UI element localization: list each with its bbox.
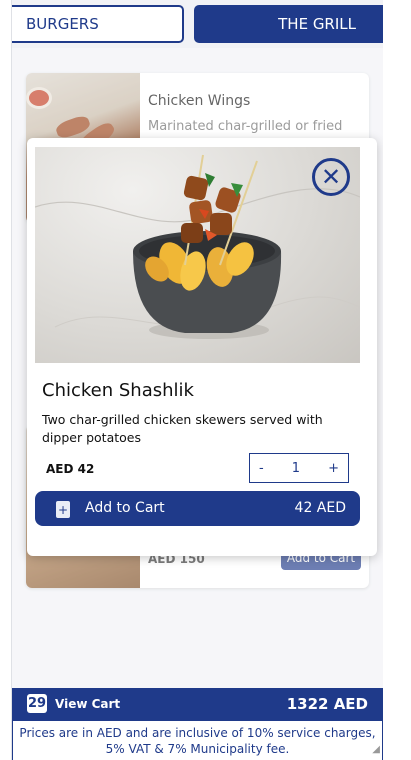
right-edge bbox=[383, 0, 411, 760]
decrement-button[interactable]: - bbox=[259, 461, 264, 476]
left-edge bbox=[0, 0, 12, 760]
tab-the-grill[interactable]: THE GRILL bbox=[194, 5, 383, 43]
close-icon[interactable]: ✕ bbox=[312, 158, 350, 196]
product-detail-modal: ✕ Chicken Shashlik Two char-grilled chic… bbox=[27, 138, 377, 556]
plus-icon: + bbox=[56, 501, 70, 518]
product-title: Chicken Shashlik bbox=[42, 380, 194, 401]
price-disclaimer: Prices are in AED and are inclusive of 1… bbox=[12, 721, 383, 760]
category-tabs: BURGERS THE GRILL bbox=[12, 0, 383, 48]
cart-total: 1322 AED bbox=[286, 695, 368, 713]
view-cart-label: View Cart bbox=[55, 697, 121, 711]
quantity-stepper: - 1 + bbox=[249, 453, 349, 483]
add-to-cart-label: Add to Cart bbox=[85, 500, 165, 516]
disclaimer-text: Prices are in AED and are inclusive of 1… bbox=[19, 726, 376, 756]
add-to-cart-button[interactable]: + Add to Cart 42 AED bbox=[35, 491, 360, 526]
quantity-value: 1 bbox=[291, 460, 301, 476]
add-to-cart-total: 42 AED bbox=[294, 500, 346, 516]
cart-count-badge: 29 bbox=[27, 694, 47, 713]
view-cart-bar[interactable]: 29 View Cart 1322 AED bbox=[12, 688, 383, 721]
tab-burgers[interactable]: BURGERS bbox=[12, 5, 184, 43]
chicken-shashlik-image: ✕ bbox=[35, 147, 360, 363]
product-description: Two char-grilled chicken skewers served … bbox=[42, 412, 323, 445]
product-price: AED 42 bbox=[46, 462, 95, 476]
menu-app: BURGERS THE GRILL Chicken Wings Marinate… bbox=[12, 0, 383, 760]
resize-handle-icon: ◢ bbox=[372, 744, 380, 755]
increment-button[interactable]: + bbox=[328, 461, 339, 476]
